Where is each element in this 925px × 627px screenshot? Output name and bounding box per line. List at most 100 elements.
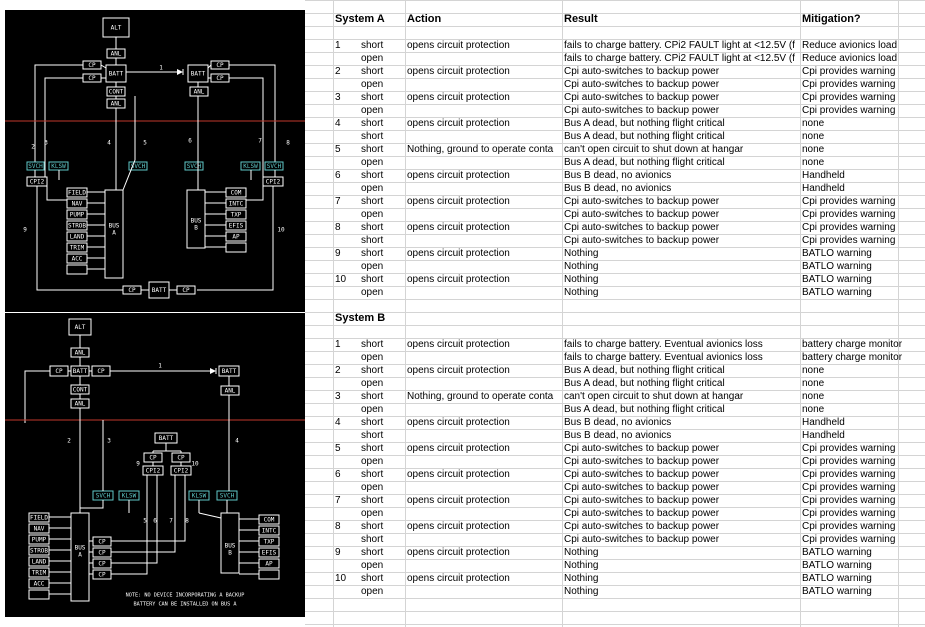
- table-cell: open: [361, 287, 384, 298]
- diagram-label: ANL: [75, 350, 86, 357]
- diagram-label: SVCH: [96, 493, 111, 500]
- table-cell: Cpi provides warning: [802, 482, 896, 493]
- table-cell: none: [802, 404, 825, 415]
- table-cell: Cpi provides warning: [802, 456, 896, 467]
- diagram-label: CPI2: [174, 468, 189, 475]
- diagram-label: CP: [88, 75, 96, 82]
- table-cell: Nothing: [564, 287, 599, 298]
- diagram-label: COM: [231, 190, 242, 197]
- diagram-label: 8: [286, 140, 290, 147]
- diagram-label: CP: [149, 455, 157, 462]
- table-cell: Cpi auto-switches to backup power: [564, 105, 720, 116]
- column-header: Result: [564, 13, 598, 25]
- diagram-label: CP: [55, 368, 63, 375]
- table-cell: Cpi auto-switches to backup power: [564, 79, 720, 90]
- row-gridline: [305, 611, 925, 612]
- diagram-label: SVCH: [28, 163, 43, 170]
- diagram-label: 2: [31, 144, 35, 151]
- table-cell: 2: [335, 66, 341, 77]
- wire: [111, 543, 176, 553]
- diagram-label: 2: [67, 438, 71, 445]
- table-cell: short: [361, 144, 384, 155]
- table-cell: fails to charge battery. Eventual avioni…: [564, 339, 763, 350]
- table-cell: open: [361, 404, 384, 415]
- table-cell: Cpi provides warning: [802, 443, 896, 454]
- diagram-label: 7: [258, 138, 262, 145]
- diagram-label: EFIS: [262, 550, 277, 557]
- table-cell: Cpi provides warning: [802, 469, 896, 480]
- table-cell: Bus B dead, no avionics: [564, 183, 672, 194]
- table-cell: 7: [335, 495, 341, 506]
- table-cell: 3: [335, 92, 341, 103]
- diagram-label: STROB: [68, 223, 86, 230]
- table-cell: open: [361, 261, 384, 272]
- table-cell: opens circuit protection: [407, 248, 510, 259]
- wire: [80, 500, 104, 509]
- table-cell: 3: [335, 391, 341, 402]
- diagram-label: CPI2: [30, 179, 45, 186]
- table-cell: Reduce avionics load: [802, 40, 898, 51]
- wire: [24, 370, 50, 423]
- table-cell: 10: [335, 274, 347, 285]
- component-box: [66, 264, 88, 275]
- spreadsheet: ALT ANL CP CP BATT 1 BATT CP CP CONT ANL ANL 2 3 4 5 6 7 8…: [0, 0, 925, 627]
- table-cell: Cpi auto-switches to backup power: [564, 508, 720, 519]
- table-cell: Cpi auto-switches to backup power: [564, 482, 720, 493]
- table-cell: Cpi provides warning: [802, 521, 896, 532]
- table-cell: Cpi auto-switches to backup power: [564, 66, 720, 77]
- diagram-label: 9: [23, 227, 27, 234]
- diagram-label: 10: [277, 227, 285, 234]
- table-cell: short: [361, 235, 384, 246]
- table-cell: open: [361, 586, 384, 597]
- table-cell: open: [361, 209, 384, 220]
- table-cell: Nothing: [564, 547, 599, 558]
- table-cell: short: [361, 274, 384, 285]
- table-cell: short: [361, 196, 384, 207]
- table-cell: 4: [335, 417, 341, 428]
- wire: [111, 538, 186, 542]
- component-box: [258, 569, 280, 580]
- wiring-diagram-system-b-drawing: ALT ANL CP BATT CP 1 BATT ANL CONT ANL 2 3 4 BATT CP CP…: [5, 318, 305, 608]
- table-cell: Bus A dead, but nothing flight critical: [564, 365, 725, 376]
- table-cell: Cpi provides warning: [802, 79, 896, 90]
- diagram-label: ANL: [225, 388, 236, 395]
- diagram-label: CP: [98, 572, 106, 579]
- table-cell: Cpi provides warning: [802, 508, 896, 519]
- column-header: Mitigation?: [802, 13, 861, 25]
- diagram-label: TRIM: [32, 570, 47, 577]
- diagram-label: FIELD: [68, 190, 86, 197]
- table-cell: none: [802, 365, 825, 376]
- table-cell: BATLO warning: [802, 261, 872, 272]
- diagram-label: FIELD: [30, 515, 48, 522]
- column-header: Action: [407, 13, 442, 25]
- table-cell: Cpi auto-switches to backup power: [564, 443, 720, 454]
- table-cell: open: [361, 378, 384, 389]
- table-cell: Cpi provides warning: [802, 196, 896, 207]
- wire: [44, 77, 83, 170]
- table-cell: short: [361, 40, 384, 51]
- table-cell: Cpi auto-switches to backup power: [564, 469, 720, 480]
- diagram-label: LAND: [32, 559, 47, 566]
- table-cell: Bus A dead, but nothing flight critical: [564, 157, 725, 168]
- table-cell: short: [361, 495, 384, 506]
- table-cell: opens circuit protection: [407, 573, 510, 584]
- table-cell: Nothing: [564, 573, 599, 584]
- table-cell: Bus B dead, no avionics: [564, 170, 672, 181]
- diagram-label: ACC: [72, 256, 83, 263]
- table-cell: Cpi provides warning: [802, 66, 896, 77]
- diagram-label: CP: [177, 455, 185, 462]
- table-cell: 8: [335, 521, 341, 532]
- table-cell: Cpi auto-switches to backup power: [564, 92, 720, 103]
- row-gridline: [305, 26, 925, 27]
- diagram-label: 7: [169, 518, 173, 525]
- wiring-diagram-system-b: ALT ANL CP BATT CP 1 BATT ANL CONT ANL 2 3 4 BATT CP CP…: [5, 313, 305, 617]
- diagram-label: BUS: [191, 218, 202, 225]
- diagram-label: 8: [185, 518, 189, 525]
- table-cell: battery charge monitor: [802, 339, 903, 350]
- diagram-label: BATT: [152, 287, 167, 294]
- table-cell: Cpi provides warning: [802, 235, 896, 246]
- table-cell: open: [361, 352, 384, 363]
- table-cell: Cpi auto-switches to backup power: [564, 196, 720, 207]
- table-cell: Cpi auto-switches to backup power: [564, 222, 720, 233]
- diagram-label: ALT: [111, 25, 122, 32]
